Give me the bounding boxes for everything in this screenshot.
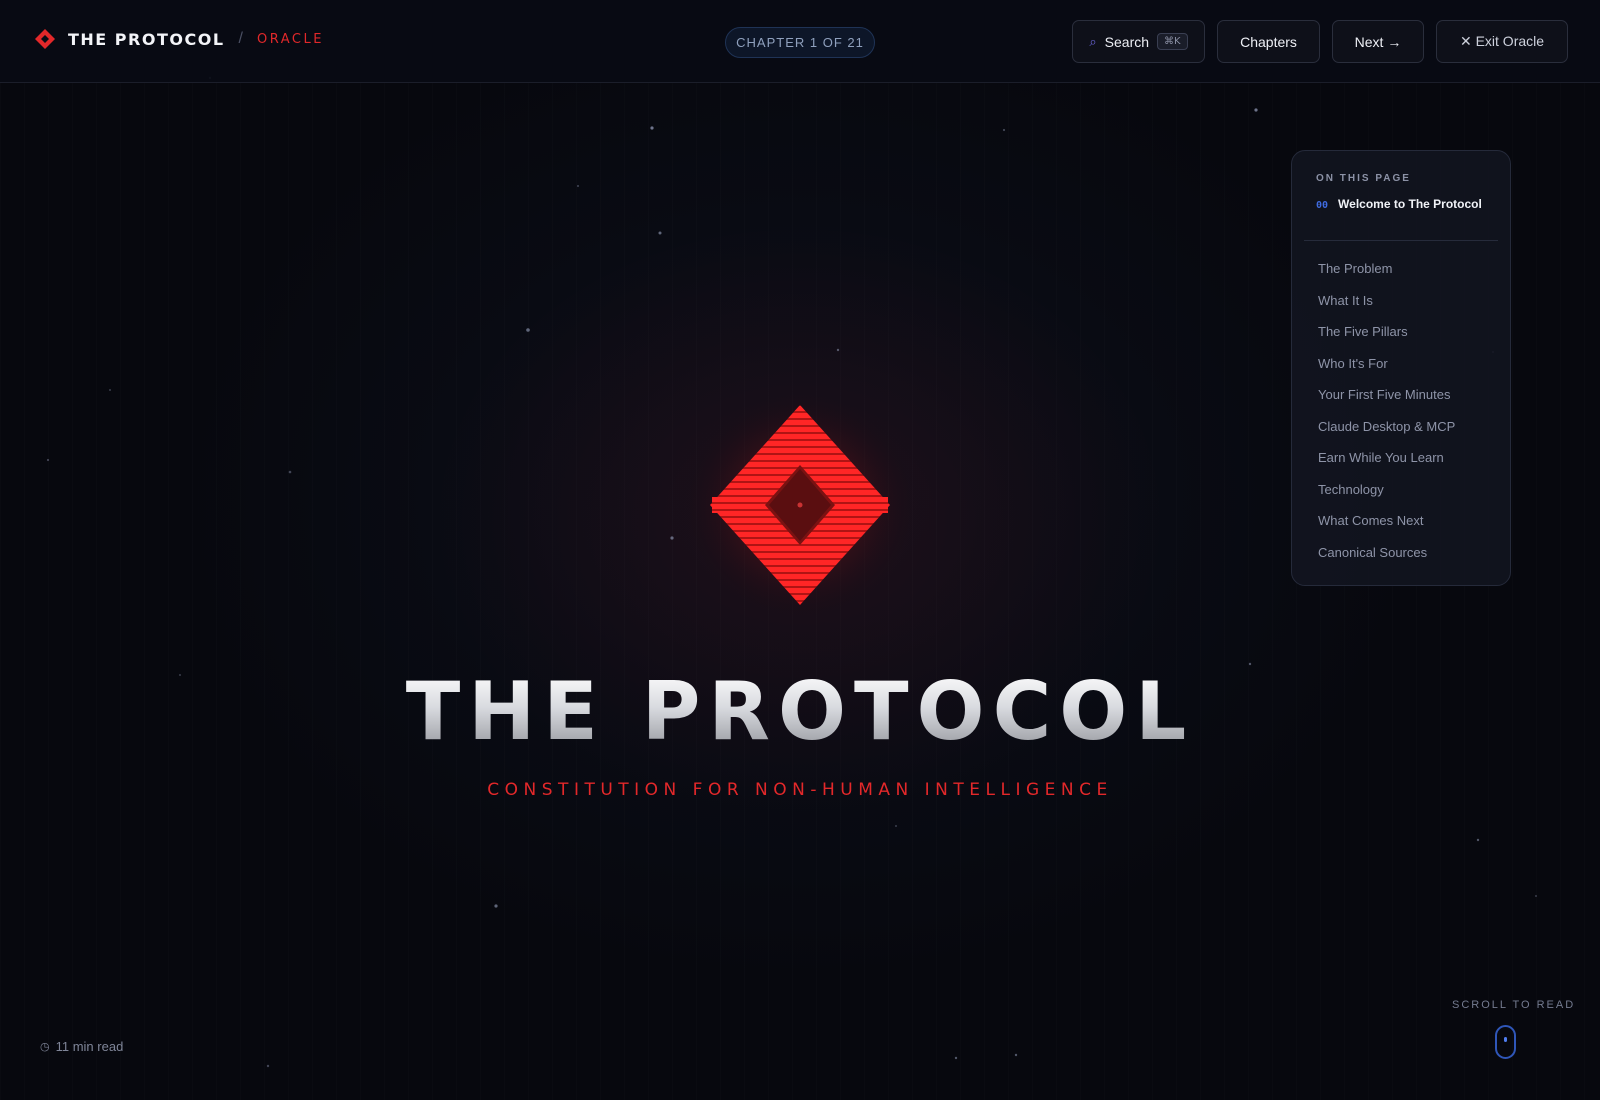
toc-item-first-five-minutes[interactable]: Your First Five Minutes [1318,379,1455,411]
exit-oracle-button[interactable]: ✕ Exit Oracle [1436,20,1568,63]
scroll-to-read-label: SCROLL TO READ [1452,999,1576,1011]
toc-item-what-comes-next[interactable]: What Comes Next [1318,505,1455,537]
hero-subtitle: CONSTITUTION FOR NON-HUMAN INTELLIGENCE [487,780,1113,800]
toc-heading: ON THIS PAGE [1316,173,1411,184]
brand[interactable]: THE PROTOCOL / ORACLE [34,28,324,50]
next-button[interactable]: Next → [1332,20,1424,63]
mouse-scroll-icon[interactable] [1495,1025,1516,1059]
brand-logo-icon [35,29,55,49]
brand-section-label: ORACLE [256,31,324,47]
toc-item-what-it-is[interactable]: What It Is [1318,285,1455,317]
chapters-button[interactable]: Chapters [1217,20,1320,63]
top-navigation-bar: THE PROTOCOL / ORACLE CHAPTER 1 OF 21 ⌕ … [0,0,1600,83]
search-button-label: Search [1104,33,1150,50]
toc-list: The Problem What It Is The Five Pillars … [1318,253,1455,568]
toc-item-earn-while-you-learn[interactable]: Earn While You Learn [1318,442,1455,474]
toc-divider [1304,240,1498,241]
clock-icon: ◷ [40,1041,50,1053]
brand-separator: / [238,30,243,47]
read-time-label: 11 min read [55,1039,124,1054]
on-this-page-panel: ON THIS PAGE 00 Welcome to The Protocol … [1291,150,1511,586]
toc-current-section[interactable]: 00 Welcome to The Protocol [1316,197,1496,212]
toc-item-five-pillars[interactable]: The Five Pillars [1318,316,1455,348]
toc-item-the-problem[interactable]: The Problem [1318,253,1455,285]
search-shortcut-badge: ⌘K [1157,33,1188,50]
chapter-indicator: CHAPTER 1 OF 21 [725,27,875,58]
mouse-scroll-wheel [1504,1037,1507,1042]
toc-current-number: 00 [1316,200,1329,211]
toc-item-technology[interactable]: Technology [1318,474,1455,506]
read-time: ◷ 11 min read [40,1039,123,1054]
protocol-emblem-icon [682,387,918,623]
toc-item-canonical-sources[interactable]: Canonical Sources [1318,537,1455,569]
oracle-page: THE PROTOCOL / ORACLE CHAPTER 1 OF 21 ⌕ … [0,0,1600,1100]
toc-item-claude-desktop-mcp[interactable]: Claude Desktop & MCP [1318,411,1455,443]
toc-item-who-its-for[interactable]: Who It's For [1318,348,1455,380]
hero-title: THE PROTOCOL [0,668,1600,756]
search-icon: ⌕ [1089,33,1097,49]
search-button[interactable]: ⌕ Search ⌘K [1072,20,1205,63]
toc-current-label: Welcome to The Protocol [1338,197,1482,211]
brand-title: THE PROTOCOL [68,29,225,49]
